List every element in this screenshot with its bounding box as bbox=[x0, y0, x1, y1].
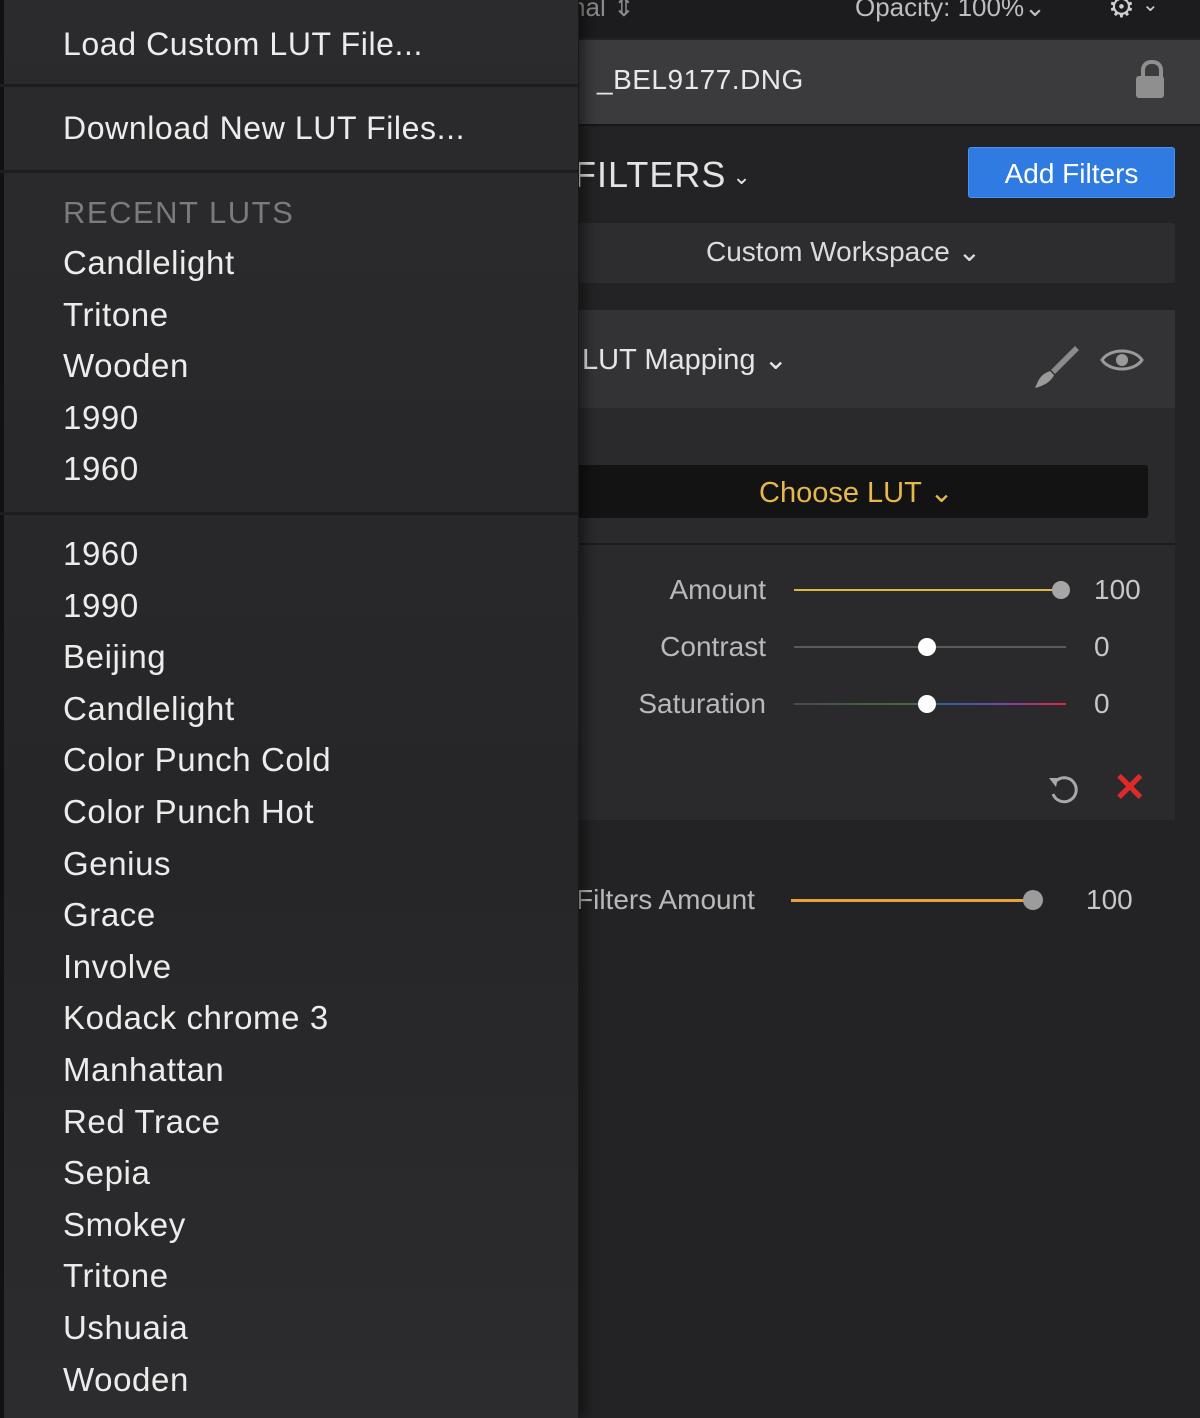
lut-menu-item[interactable]: Red Trace bbox=[63, 1103, 221, 1141]
contrast-label: Contrast bbox=[660, 631, 766, 662]
workspace-label: Custom Workspace ⌄ bbox=[706, 236, 982, 267]
amount-slider[interactable] bbox=[794, 581, 1070, 599]
file-name: _BEL9177.DNG bbox=[597, 64, 804, 95]
lut-menu-item[interactable]: Tritone bbox=[63, 1257, 169, 1295]
lut-menu-item[interactable]: Sepia bbox=[63, 1154, 150, 1192]
lut-mapping-title[interactable]: LUT Mapping ⌄ bbox=[582, 342, 788, 377]
opacity-select[interactable]: Opacity: 100%⌄ bbox=[855, 0, 1046, 23]
slider-thumb[interactable] bbox=[1051, 581, 1070, 599]
lut-dropdown-menu: Load Custom LUT File... Download New LUT… bbox=[0, 0, 579, 1418]
brush-icon[interactable] bbox=[1031, 342, 1081, 392]
eye-icon[interactable] bbox=[1100, 346, 1144, 374]
opacity-value: Opacity: 100% bbox=[855, 0, 1025, 22]
saturation-value[interactable]: 0 bbox=[1094, 688, 1110, 720]
lut-menu-item[interactable]: Wooden bbox=[63, 1361, 189, 1399]
menu-divider bbox=[0, 512, 578, 515]
updown-icon: ⇕ bbox=[613, 0, 635, 22]
slider-thumb[interactable] bbox=[1023, 890, 1043, 910]
lut-menu-item[interactable]: Tritone bbox=[63, 296, 169, 334]
load-custom-lut-item[interactable]: Load Custom LUT File... bbox=[63, 26, 423, 63]
chevron-down-icon: ⌄ bbox=[732, 164, 752, 190]
contrast-value[interactable]: 0 bbox=[1094, 631, 1110, 663]
lut-menu-item[interactable]: Wooden bbox=[63, 347, 189, 385]
lock-icon[interactable] bbox=[1136, 60, 1164, 100]
choose-lut-select[interactable]: Choose LUT ⌄ bbox=[576, 465, 1148, 518]
lut-menu-item[interactable]: Genius bbox=[63, 845, 171, 883]
lut-mapping-filter-card: LUT Mapping ⌄ Choose LUT ⌄ Amount 100 Co… bbox=[576, 310, 1175, 820]
add-filters-button[interactable]: Add Filters bbox=[968, 147, 1175, 198]
delete-filter-icon[interactable]: ✕ bbox=[1113, 768, 1147, 808]
amount-value[interactable]: 100 bbox=[1094, 574, 1141, 606]
menu-edge bbox=[0, 0, 4, 1418]
amount-slider-row: Amount 100 bbox=[576, 570, 1175, 610]
lut-menu-item[interactable]: Kodack chrome 3 bbox=[63, 999, 329, 1037]
lut-mapping-header[interactable]: LUT Mapping ⌄ bbox=[576, 310, 1175, 408]
menu-divider bbox=[0, 84, 578, 87]
chevron-down-icon[interactable]: ⌄ bbox=[1142, 0, 1159, 17]
lut-menu-item[interactable]: 1960 bbox=[63, 535, 139, 573]
lut-menu-item[interactable]: Grace bbox=[63, 896, 156, 934]
lut-menu-item[interactable]: Beijing bbox=[63, 638, 166, 676]
lut-menu-item[interactable]: 1990 bbox=[63, 399, 139, 437]
menu-divider bbox=[0, 170, 578, 173]
lut-menu-item[interactable]: 1960 bbox=[63, 450, 139, 488]
reset-icon[interactable] bbox=[1046, 772, 1082, 808]
amount-label: Amount bbox=[669, 574, 767, 605]
filters-amount-slider[interactable] bbox=[791, 899, 1038, 902]
saturation-slider-row: Saturation 0 bbox=[576, 684, 1175, 724]
chevron-down-icon: ⌄ bbox=[1024, 0, 1046, 22]
lut-menu-item[interactable]: Color Punch Hot bbox=[63, 793, 314, 831]
lut-menu-item[interactable]: Manhattan bbox=[63, 1051, 224, 1089]
lut-menu-item[interactable]: Color Punch Cold bbox=[63, 741, 331, 779]
slider-thumb[interactable] bbox=[918, 695, 937, 713]
saturation-label: Saturation bbox=[638, 688, 766, 719]
choose-lut-label: Choose LUT ⌄ bbox=[759, 477, 954, 509]
contrast-slider-row: Contrast 0 bbox=[576, 627, 1175, 667]
slider-thumb[interactable] bbox=[918, 638, 937, 656]
lut-menu-item[interactable]: Smokey bbox=[63, 1206, 186, 1244]
filters-amount-row: Filters Amount 100 bbox=[576, 878, 1200, 922]
filters-amount-label: Filters Amount bbox=[576, 884, 755, 915]
lut-menu-item[interactable]: Candlelight bbox=[63, 690, 235, 728]
lut-menu-item[interactable]: 1990 bbox=[63, 587, 139, 625]
lut-menu-item[interactable]: Candlelight bbox=[63, 244, 235, 282]
filters-title-text: FILTERS bbox=[574, 154, 727, 195]
divider bbox=[576, 543, 1175, 545]
filters-amount-value[interactable]: 100 bbox=[1086, 884, 1133, 916]
contrast-slider[interactable] bbox=[794, 638, 1066, 656]
saturation-slider[interactable] bbox=[794, 695, 1066, 713]
gear-icon[interactable]: ⚙ bbox=[1108, 0, 1135, 25]
download-new-luts-item[interactable]: Download New LUT Files... bbox=[63, 110, 465, 147]
lut-menu-item[interactable]: Ushuaia bbox=[63, 1309, 188, 1347]
lut-menu-item[interactable]: Involve bbox=[63, 948, 172, 986]
workspace-select[interactable]: Custom Workspace ⌄ bbox=[576, 223, 1175, 283]
recent-luts-header: RECENT LUTS bbox=[63, 195, 295, 230]
filters-section-title[interactable]: FILTERS ⌄ bbox=[574, 154, 752, 196]
